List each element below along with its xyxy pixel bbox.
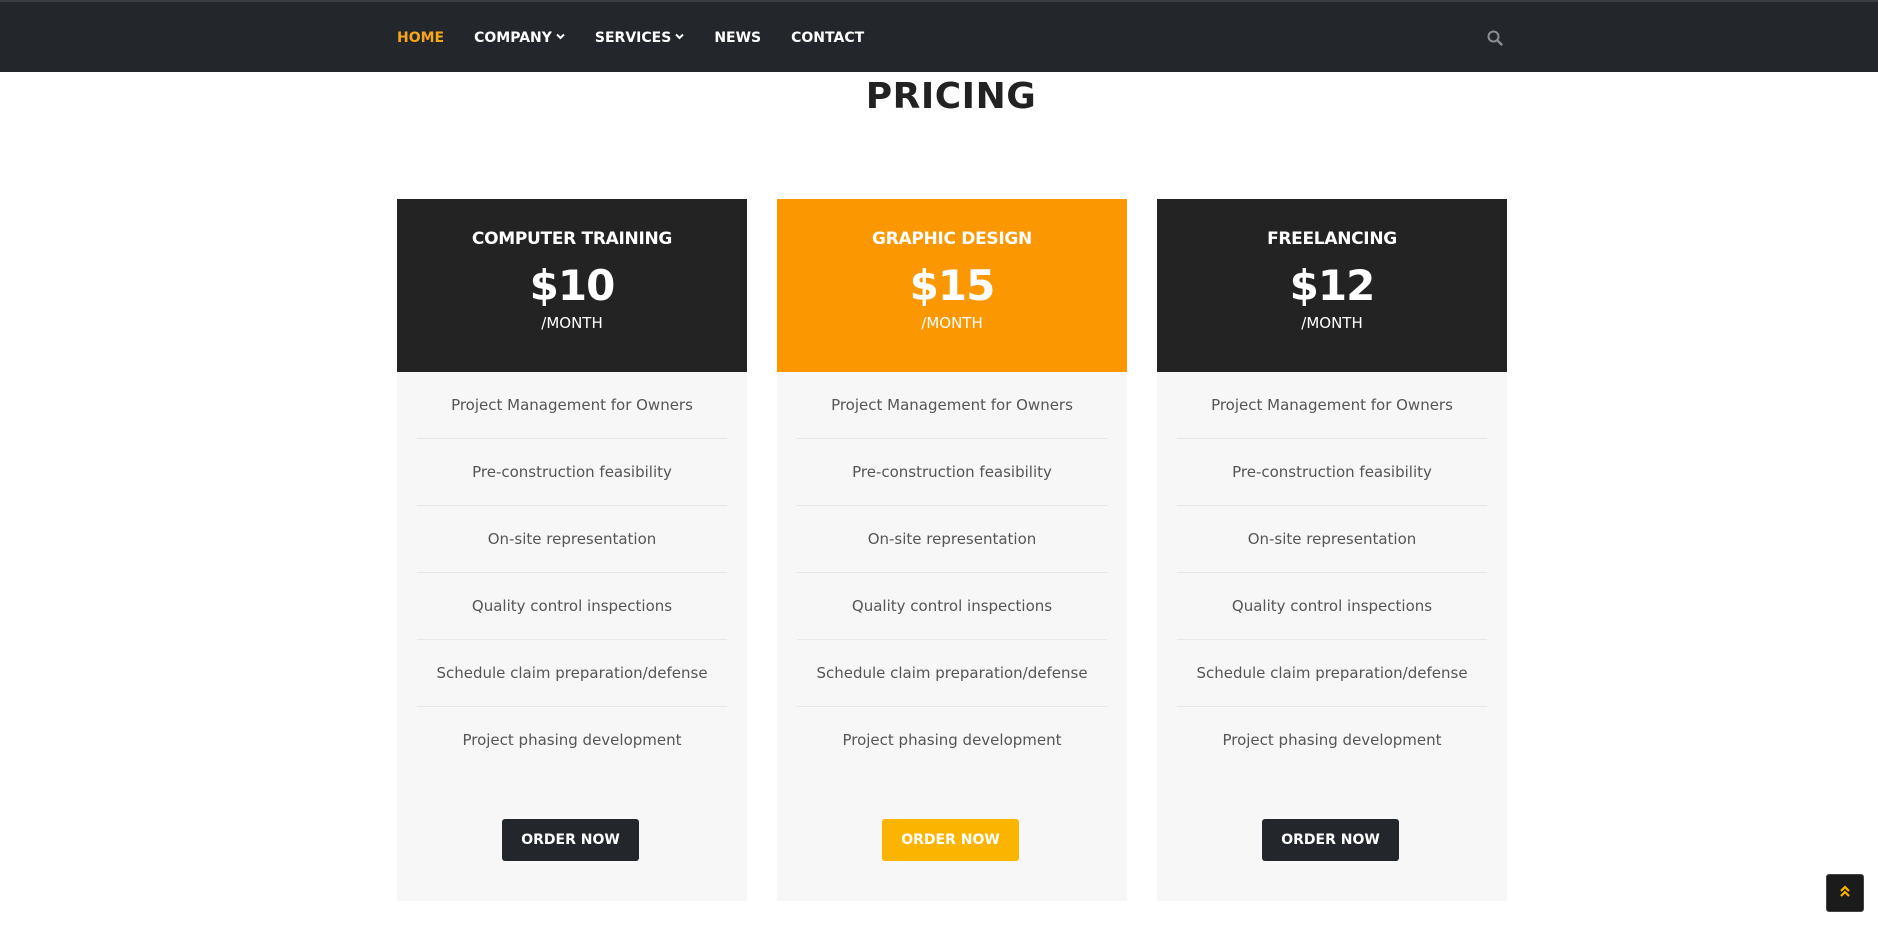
feature-item: Quality control inspections <box>417 573 727 640</box>
order-now-button[interactable]: ORDER NOW <box>882 819 1019 861</box>
nav-item-home[interactable]: HOME <box>397 30 444 46</box>
feature-item: Project phasing development <box>462 731 682 749</box>
feature-item: Schedule claim preparation/defense <box>417 640 727 707</box>
chevron-down-icon <box>675 32 685 43</box>
feature-list: Project Management for Owners Pre-constr… <box>397 372 747 774</box>
pricing-card-header: FREELANCING $12 /MONTH <box>1157 199 1507 372</box>
plan-period: /MONTH <box>921 314 983 332</box>
pricing-card-computer-training: COMPUTER TRAINING $10 /MONTH Project Man… <box>397 199 747 901</box>
nav-item-news[interactable]: NEWS <box>714 30 761 46</box>
plan-name: GRAPHIC DESIGN <box>872 229 1032 249</box>
nav-item-contact[interactable]: CONTACT <box>791 30 864 46</box>
feature-item: On-site representation <box>797 506 1107 573</box>
feature-item: Schedule claim preparation/defense <box>797 640 1107 707</box>
pricing-card-header: COMPUTER TRAINING $10 /MONTH <box>397 199 747 372</box>
nav-item-label: NEWS <box>714 30 762 46</box>
feature-list: Project Management for Owners Pre-constr… <box>777 372 1127 774</box>
plan-name: COMPUTER TRAINING <box>471 229 673 249</box>
feature-item: Project phasing development <box>842 731 1062 749</box>
nav-item-company[interactable]: COMPANY <box>474 30 565 46</box>
nav-item-label: SERVICES <box>594 30 672 46</box>
feature-item: Pre-construction feasibility <box>417 439 727 506</box>
page-title: PRICING <box>865 76 1037 117</box>
feature-item: On-site representation <box>1177 506 1487 573</box>
feature-item: Schedule claim preparation/defense <box>1177 640 1487 707</box>
pricing-card-freelancing: FREELANCING $12 /MONTH Project Managemen… <box>1157 199 1507 901</box>
order-now-button[interactable]: ORDER NOW <box>1262 819 1399 861</box>
search-icon[interactable] <box>1486 29 1504 47</box>
pricing-card-header: GRAPHIC DESIGN $15 /MONTH <box>777 199 1127 372</box>
nav-item-services[interactable]: SERVICES <box>594 30 685 46</box>
top-navbar: HOME COMPANY SERVICES NEWS CONTACT <box>0 0 1878 72</box>
nav-item-label: COMPANY <box>474 30 552 46</box>
feature-item: Project Management for Owners <box>1177 372 1487 439</box>
plan-price: $15 <box>909 261 996 310</box>
main-menu: HOME COMPANY SERVICES NEWS CONTACT <box>397 2 894 74</box>
feature-item: Quality control inspections <box>1177 573 1487 640</box>
nav-item-label: CONTACT <box>791 30 865 46</box>
feature-item: Quality control inspections <box>797 573 1107 640</box>
feature-item: On-site representation <box>417 506 727 573</box>
plan-period: /MONTH <box>1301 314 1363 332</box>
plan-price: $10 <box>529 261 616 310</box>
plan-price: $12 <box>1289 261 1376 310</box>
feature-list: Project Management for Owners Pre-constr… <box>1157 372 1507 774</box>
feature-item: Project Management for Owners <box>797 372 1107 439</box>
back-to-top-button[interactable] <box>1826 874 1864 912</box>
nav-item-label: HOME <box>397 30 445 46</box>
chevron-down-icon <box>556 32 565 43</box>
feature-item: Project Management for Owners <box>417 372 727 439</box>
feature-item: Pre-construction feasibility <box>797 439 1107 506</box>
feature-item: Pre-construction feasibility <box>1177 439 1487 506</box>
pricing-card-graphic-design: GRAPHIC DESIGN $15 /MONTH Project Manage… <box>777 199 1127 901</box>
order-now-button[interactable]: ORDER NOW <box>502 819 639 861</box>
plan-name: FREELANCING <box>1267 229 1397 249</box>
plan-period: /MONTH <box>541 314 603 332</box>
double-chevron-up-icon <box>1839 884 1851 903</box>
feature-item: Project phasing development <box>1222 731 1442 749</box>
